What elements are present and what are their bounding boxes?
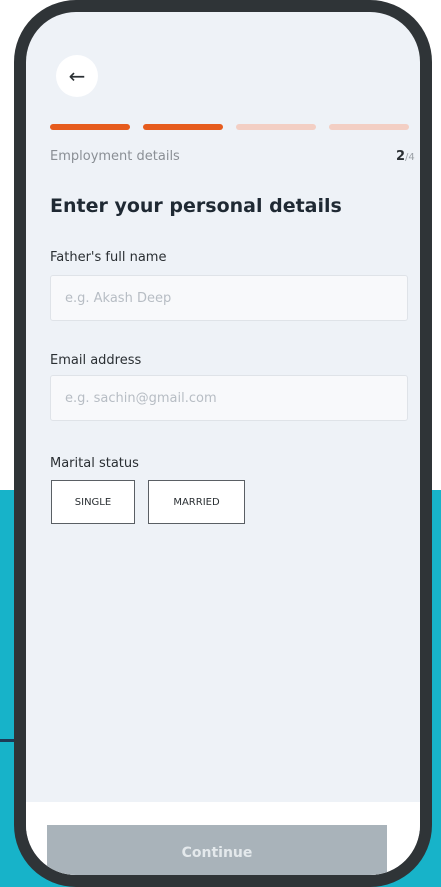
email-label: Email address <box>50 353 142 368</box>
phone-frame: ← Employment details 2/4 Enter your pers… <box>14 0 432 887</box>
step-total: /4 <box>405 152 415 163</box>
email-placeholder: e.g. sachin@gmail.com <box>65 390 217 406</box>
single-option[interactable]: SINGLE <box>51 480 135 524</box>
back-button[interactable]: ← <box>56 55 98 97</box>
continue-button[interactable]: Continue <box>47 825 387 875</box>
step-counter: 2/4 <box>396 149 415 164</box>
phone-screen: ← Employment details 2/4 Enter your pers… <box>26 12 420 875</box>
arrow-left-icon: ← <box>68 64 86 88</box>
email-input[interactable]: e.g. sachin@gmail.com <box>50 375 408 421</box>
progress-segment-1 <box>50 124 130 130</box>
progress-segment-3 <box>236 124 316 130</box>
marital-status-label: Marital status <box>50 456 139 471</box>
step-current: 2 <box>396 149 406 164</box>
progress-segment-2 <box>143 124 223 130</box>
step-progress <box>50 124 409 130</box>
page-title: Enter your personal details <box>50 195 342 217</box>
married-option[interactable]: MARRIED <box>148 480 245 524</box>
fathers-name-label: Father's full name <box>50 250 167 265</box>
progress-segment-4 <box>329 124 409 130</box>
step-label: Employment details <box>50 149 180 164</box>
fathers-name-input[interactable]: e.g. Akash Deep <box>50 275 408 321</box>
fathers-name-placeholder: e.g. Akash Deep <box>65 290 172 306</box>
